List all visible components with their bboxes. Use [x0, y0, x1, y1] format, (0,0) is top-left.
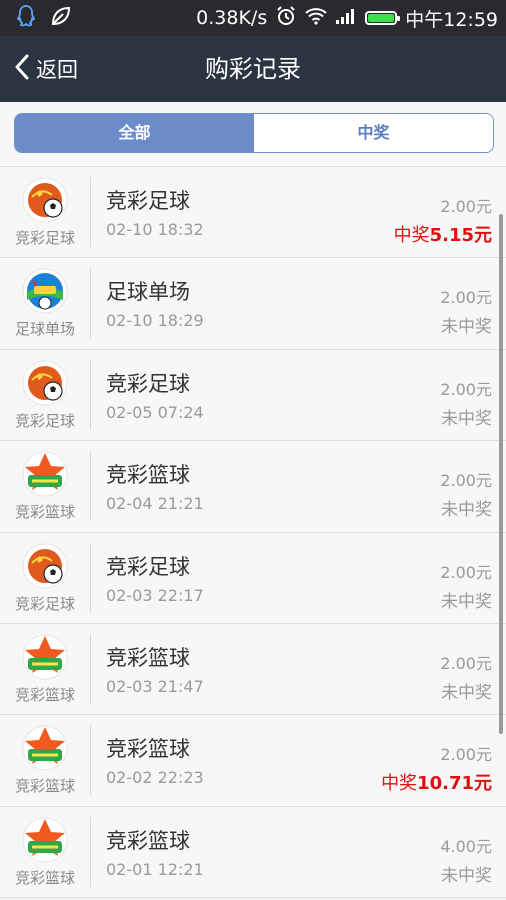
bet-amount: 4.00元	[440, 836, 492, 856]
lottery-logo-column: 竞彩足球	[0, 167, 90, 257]
lottery-logo-column: 竞彩篮球	[0, 807, 90, 897]
bet-amount: 2.00元	[440, 745, 492, 765]
bet-amount: 2.00元	[440, 471, 492, 491]
lottery-name: 竞彩足球	[106, 371, 190, 396]
status-text: 未中奖	[441, 591, 492, 612]
lottery-logo-column: 竞彩篮球	[0, 715, 90, 805]
scrollbar[interactable]	[499, 214, 503, 734]
divider	[90, 542, 91, 613]
lottery-logo-column: 足球单场	[0, 258, 90, 348]
lottery-name: 竞彩篮球	[106, 737, 190, 762]
lottery-logo-column: 竞彩篮球	[0, 441, 90, 531]
clock: 中午12:59	[405, 8, 498, 31]
divider	[90, 633, 91, 704]
bet-amount: 2.00元	[440, 379, 492, 399]
lottery-name: 竞彩篮球	[106, 828, 190, 853]
record-list: 竞彩足球 竞彩足球 02-10 18:32 2.00元 中奖5.15元 足球单场…	[0, 167, 506, 899]
back-label: 返回	[36, 58, 78, 82]
prize-amount: 10.71元	[417, 773, 492, 795]
football-lottery-logo-icon	[22, 360, 68, 406]
purchase-time: 02-01 12:21	[106, 859, 204, 879]
record-row[interactable]: 竞彩足球 竞彩足球 02-03 22:17 2.00元 未中奖	[0, 532, 506, 624]
record-row[interactable]: 竞彩足球 竞彩足球 02-10 18:32 2.00元 中奖5.15元	[0, 167, 506, 259]
lottery-name: 竞彩篮球	[106, 463, 190, 488]
basketball-lottery-logo-icon	[22, 451, 68, 497]
divider	[90, 816, 91, 887]
purchase-time: 02-04 21:21	[106, 494, 204, 514]
back-button[interactable]: 返回	[14, 36, 78, 102]
record-row[interactable]: 竞彩篮球 竞彩篮球 02-01 12:21 4.00元 未中奖	[0, 806, 506, 899]
lottery-logo-column: 竞彩足球	[0, 350, 90, 440]
purchase-time: 02-10 18:29	[106, 311, 204, 331]
record-row[interactable]: 竞彩篮球 竞彩篮球 02-04 21:21 2.00元 未中奖	[0, 441, 506, 533]
status-prefix: 中奖	[381, 773, 418, 795]
battery-icon	[365, 11, 401, 25]
bet-amount: 2.00元	[440, 288, 492, 308]
status-prefix: 中奖	[393, 225, 430, 246]
logo-label: 足球单场	[14, 320, 75, 339]
app-bar: 返回 购彩记录	[0, 36, 506, 102]
bet-amount: 2.00元	[440, 197, 492, 216]
basketball-lottery-logo-icon	[22, 634, 68, 680]
logo-label: 竞彩篮球	[14, 777, 75, 796]
divider	[90, 725, 91, 796]
single-lottery-logo-icon	[22, 268, 68, 314]
chevron-left-icon	[14, 54, 30, 85]
basketball-lottery-logo-icon	[22, 725, 68, 771]
basketball-lottery-logo-icon	[22, 817, 68, 863]
network-speed: 0.38K/s	[196, 7, 268, 29]
status-text: 未中奖	[441, 317, 492, 338]
lottery-logo-column: 竞彩足球	[0, 533, 90, 623]
football-lottery-logo-icon	[22, 543, 68, 589]
divider	[90, 359, 91, 430]
purchase-time: 02-03 22:17	[106, 585, 204, 605]
divider	[90, 177, 91, 247]
logo-label: 竞彩篮球	[14, 868, 75, 887]
status-bar: 0.38K/s 中午12:59	[0, 0, 506, 36]
bet-amount: 2.00元	[440, 653, 492, 673]
record-row[interactable]: 足球单场 足球单场 02-10 18:29 2.00元 未中奖	[0, 258, 506, 350]
record-row[interactable]: 竞彩足球 竞彩足球 02-05 07:24 2.00元 未中奖	[0, 349, 506, 442]
leaf-icon	[50, 5, 72, 31]
logo-label: 竞彩篮球	[14, 685, 75, 704]
status-text: 中奖10.71元	[381, 769, 492, 795]
tab-bar: 全部 中奖	[0, 102, 506, 167]
record-row[interactable]: 竞彩篮球 竞彩篮球 02-03 21:47 2.00元 未中奖	[0, 623, 506, 716]
bet-amount: 2.00元	[440, 562, 492, 582]
status-text: 中奖5.15元	[394, 221, 492, 247]
status-text: 未中奖	[441, 500, 492, 521]
record-row[interactable]: 竞彩篮球 竞彩篮球 02-02 22:23 2.00元 中奖10.71元	[0, 715, 506, 807]
segmented-control: 全部 中奖	[14, 113, 494, 153]
logo-label: 竞彩足球	[14, 411, 75, 430]
logo-label: 竞彩足球	[14, 594, 75, 613]
purchase-time: 02-03 21:47	[106, 676, 204, 696]
logo-label: 竞彩篮球	[14, 503, 75, 522]
tab-all[interactable]: 全部	[15, 114, 254, 152]
lottery-name: 足球单场	[106, 280, 190, 305]
alarm-icon	[275, 5, 297, 32]
purchase-time: 02-05 07:24	[106, 402, 204, 422]
lottery-name: 竞彩足球	[106, 554, 190, 579]
wifi-icon	[305, 7, 327, 30]
football-lottery-logo-icon	[22, 177, 68, 223]
lottery-name: 竞彩篮球	[106, 645, 190, 670]
qq-icon	[16, 4, 36, 32]
divider	[90, 268, 91, 339]
purchase-time: 02-10 18:32	[106, 220, 204, 239]
prize-amount: 5.15元	[429, 225, 492, 246]
status-text: 未中奖	[441, 408, 492, 429]
purchase-time: 02-02 22:23	[106, 768, 204, 788]
divider	[90, 451, 91, 522]
status-text: 未中奖	[441, 682, 492, 703]
tab-winning[interactable]: 中奖	[254, 114, 493, 152]
signal-icon	[335, 7, 357, 30]
lottery-logo-column: 竞彩篮球	[0, 624, 90, 714]
logo-label: 竞彩足球	[14, 229, 75, 247]
lottery-name: 竞彩足球	[106, 189, 190, 213]
status-text: 未中奖	[441, 865, 492, 886]
